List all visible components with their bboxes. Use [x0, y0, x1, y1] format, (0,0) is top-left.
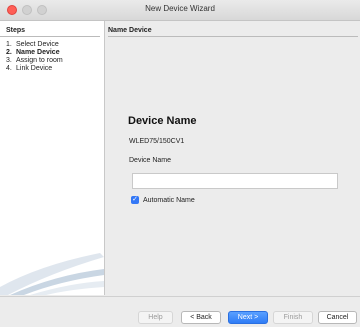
automatic-name-label: Automatic Name	[143, 196, 195, 204]
step-item-assign-to-room: 3. Assign to room	[6, 57, 63, 64]
footer-divider	[0, 296, 360, 297]
wizard-decoration-graphic	[0, 253, 104, 295]
title-bar[interactable]: New Device Wizard	[0, 0, 360, 21]
content-header: Name Device	[108, 27, 152, 34]
cancel-button[interactable]: Cancel	[318, 311, 357, 324]
steps-panel: Steps 1. Select Device 2. Name Device 3. As…	[0, 21, 105, 295]
steps-header: Steps	[0, 21, 100, 37]
step-item-link-device: 4. Link Device	[6, 65, 53, 72]
device-model-text: WLED75/150CV1	[129, 138, 185, 145]
device-name-heading: Device Name	[128, 115, 197, 127]
step-item-name-device: 2. Name Device	[6, 49, 60, 56]
window-title: New Device Wizard	[145, 4, 215, 13]
step-item-select-device: 1. Select Device	[6, 41, 59, 48]
help-button[interactable]: Help	[138, 311, 173, 324]
steps-list: 1. Select Device 2. Name Device 3. Assign t…	[0, 41, 104, 73]
device-name-input[interactable]	[132, 173, 338, 189]
automatic-name-checkbox-row[interactable]: ✓ Automatic Name	[131, 196, 195, 204]
automatic-name-checkbox[interactable]: ✓	[131, 196, 139, 204]
device-name-label: Device Name	[129, 157, 172, 164]
content-header-divider	[108, 36, 358, 37]
back-button[interactable]: < Back	[181, 311, 221, 324]
finish-button[interactable]: Finish	[273, 311, 313, 324]
wizard-window: New Device Wizard Steps 1. Select Device …	[0, 0, 360, 327]
next-button[interactable]: Next >	[228, 311, 268, 324]
